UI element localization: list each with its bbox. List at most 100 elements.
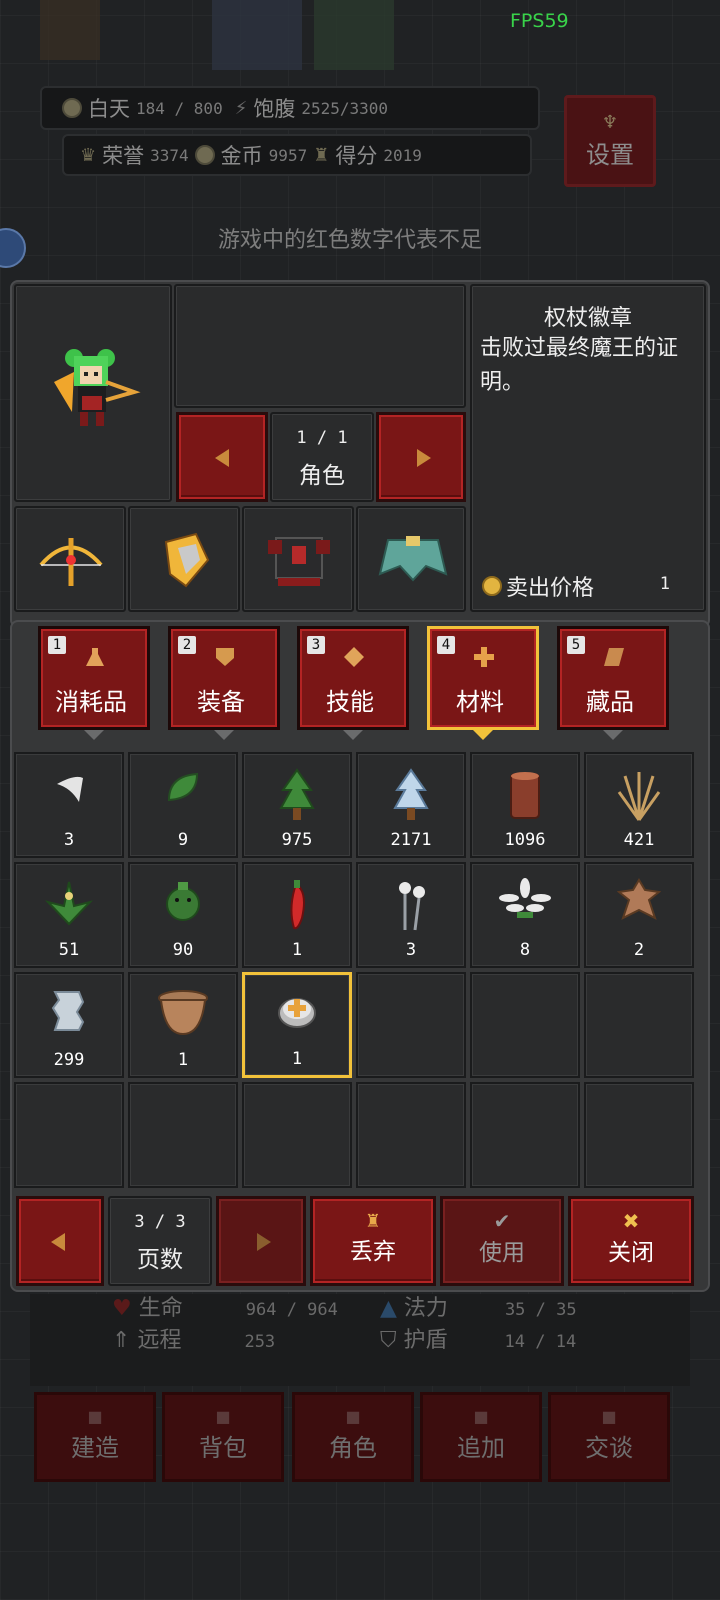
inventory-slot-empty[interactable] (356, 1082, 466, 1188)
nav-button-背包[interactable]: ■ 背包 (162, 1392, 284, 1482)
inventory-slot[interactable]: 3 (356, 862, 466, 968)
nav-button-追加[interactable]: ■ 追加 (420, 1392, 542, 1482)
hp-value: 964 / 964 (245, 1300, 338, 1320)
settings-button[interactable]: ♆ 设置 (564, 95, 656, 187)
range-label: 远程 (137, 1328, 182, 1353)
inventory-slot-empty[interactable] (14, 1082, 124, 1188)
inventory-slot[interactable]: 975 (242, 752, 352, 858)
hp-label: 生命 (138, 1296, 183, 1321)
range-value: 253 (244, 1332, 276, 1352)
shield-stat: ⛉ 护盾 14 / 14 (380, 1322, 576, 1354)
inventory-slot[interactable]: 51 (14, 862, 124, 968)
item-quantity: 1 (177, 1050, 189, 1070)
satiety-value: 2525/3300 (301, 98, 389, 118)
equipment-slot-offhand[interactable] (128, 506, 240, 612)
scroll-icon (603, 646, 624, 666)
inventory-slot[interactable]: 90 (128, 862, 238, 968)
inventory-slot-empty[interactable] (470, 972, 580, 1078)
pot-icon (155, 988, 211, 1042)
mp-label: 法力 (403, 1296, 448, 1321)
gold-label: 金币 (220, 144, 263, 168)
honor-label: 荣誉 (102, 144, 145, 168)
item-detail-title: 权杖徽章 (543, 306, 632, 331)
page-indicator: 3 / 3 页数 (108, 1196, 212, 1286)
item-detail-description: 击败过最终魔王的证明。 (480, 336, 679, 395)
background-building (40, 0, 100, 60)
equipment-slot-armor[interactable] (242, 506, 354, 612)
page-count: 3 / 3 (134, 1212, 186, 1232)
tab-hotkey: 5 (567, 636, 585, 654)
diamond-icon (343, 646, 364, 667)
nav-button-建造[interactable]: ■ 建造 (34, 1392, 156, 1482)
item-quantity: 299 (53, 1050, 85, 1070)
cactus-icon (160, 878, 206, 928)
inventory-slot[interactable]: 8 (470, 862, 580, 968)
page-prev-button[interactable] (16, 1196, 104, 1286)
background-building (212, 0, 302, 70)
tab-消耗品[interactable]: 1 消耗品 (38, 626, 150, 740)
hunger-icon: ⚡ (234, 97, 248, 119)
close-button[interactable]: ✖ 关闭 (568, 1196, 694, 1286)
score-value: 2019 (383, 145, 422, 165)
trash-icon: ♜ (364, 1211, 382, 1232)
inventory-slot[interactable]: 9 (128, 752, 238, 858)
bow-icon: ⇑ (112, 1328, 131, 1353)
herb-icon (44, 878, 94, 932)
cloth-icon (49, 988, 89, 1038)
nav-button-交谈[interactable]: ■ 交谈 (548, 1392, 670, 1482)
tab-藏品[interactable]: 5 藏品 (557, 626, 669, 740)
inventory-slot[interactable]: 1 (242, 972, 352, 1078)
heart-icon: ♥ (112, 1296, 132, 1321)
background-building (314, 0, 394, 70)
discard-button[interactable]: ♜ 丢弃 (310, 1196, 436, 1286)
page-label: 页数 (137, 1247, 183, 1273)
satiety-label: 饱腹 (253, 97, 296, 121)
character-next-button[interactable] (376, 412, 466, 502)
inventory-slot[interactable]: 3 (14, 752, 124, 858)
cotton-icon (391, 878, 431, 938)
inventory-slot[interactable]: 2 (584, 862, 694, 968)
inventory-slot-empty[interactable] (242, 1082, 352, 1188)
inventory-slot[interactable]: 421 (584, 752, 694, 858)
inventory-slot-empty[interactable] (128, 1082, 238, 1188)
inventory-slot-empty[interactable] (584, 1082, 694, 1188)
equipment-slot-weapon[interactable] (14, 506, 126, 612)
shield-icon: ⛉ (380, 1328, 397, 1353)
sun-icon (62, 98, 82, 118)
item-quantity: 2 (633, 940, 645, 960)
nav-button-角色[interactable]: ■ 角色 (292, 1392, 414, 1482)
character-portrait-slot[interactable] (14, 284, 172, 502)
use-button[interactable]: ✔ 使用 (440, 1196, 564, 1286)
item-quantity: 975 (281, 830, 313, 850)
character-pager-label: 角色 (299, 463, 345, 489)
item-quantity: 9 (177, 830, 189, 850)
tab-技能[interactable]: 3 技能 (297, 626, 409, 740)
armor-icon (268, 537, 330, 586)
potion-icon (84, 646, 104, 666)
inventory-slot[interactable]: 2171 (356, 752, 466, 858)
tab-装备[interactable]: 2 装备 (168, 626, 280, 740)
nav-icon: ■ (345, 1407, 361, 1426)
item-quantity: 1 (291, 1049, 303, 1069)
inventory-slot-empty[interactable] (470, 1082, 580, 1188)
shield-value: 14 / 14 (504, 1332, 577, 1352)
tab-材料[interactable]: 4 材料 (427, 626, 539, 740)
character-prev-button[interactable] (176, 412, 268, 502)
nav-icon: ■ (601, 1407, 617, 1426)
inventory-slot-empty[interactable] (584, 972, 694, 1078)
nav-icon: ■ (473, 1407, 489, 1426)
nav-icon: ■ (87, 1407, 103, 1426)
day-label: 白天 (88, 97, 130, 121)
inventory-slot[interactable]: 1 (242, 862, 352, 968)
equipment-slot-cape[interactable] (356, 506, 466, 612)
inventory-slot[interactable]: 1 (128, 972, 238, 1078)
arrow-left-icon (51, 1233, 65, 1251)
inventory-slot-empty[interactable] (356, 972, 466, 1078)
tab-pointer-icon (84, 730, 104, 740)
tab-hotkey: 4 (437, 636, 455, 654)
inventory-slot[interactable]: 1096 (470, 752, 580, 858)
flask-icon: ▲ (380, 1296, 397, 1321)
arrow-right-icon (257, 1233, 271, 1251)
inventory-slot[interactable]: 299 (14, 972, 124, 1078)
page-next-button[interactable] (216, 1196, 306, 1286)
